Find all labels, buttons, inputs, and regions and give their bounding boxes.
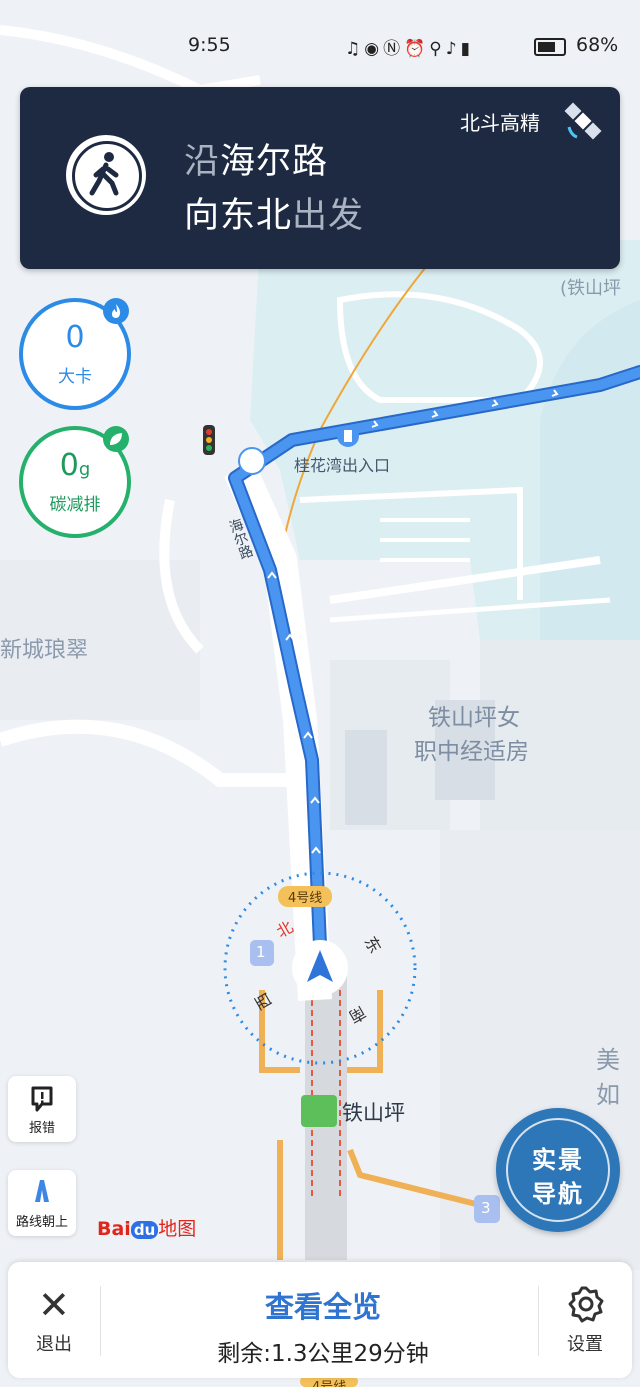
status-bar: 9:55 ♫◉Ⓝ⏰⚲♪▮ 68% <box>0 32 640 62</box>
satellite-icon <box>564 102 602 140</box>
battery-percent: 68% <box>576 34 619 56</box>
eye-icon: ◉ <box>364 39 384 59</box>
edge-label-right: (铁山坪 <box>560 278 622 299</box>
headphones-icon: ♫ <box>345 39 365 59</box>
area-label-1: 铁山坪女 <box>428 705 520 731</box>
route-up-label: 路线朝上 <box>15 1215 68 1230</box>
overview-area: 查看全览 剩余:1.3公里29分钟 <box>108 1262 538 1378</box>
report-error-button[interactable]: 报错 <box>8 1076 76 1142</box>
nfc-icon: Ⓝ <box>383 39 405 59</box>
metro-line-badge: 4号线 <box>278 886 333 907</box>
exit-button[interactable]: ✕ 退出 <box>8 1262 100 1378</box>
route-up-button[interactable]: 路线朝上 <box>8 1170 76 1236</box>
calories-widget[interactable]: 0 大卡 <box>19 298 131 410</box>
station-label: 铁山坪 <box>342 1101 405 1125</box>
exit-badge-3: 3 <box>481 1199 491 1217</box>
instruction-street: 沿海尔路 <box>184 142 329 182</box>
overview-button[interactable]: 查看全览 <box>108 1284 538 1326</box>
location-icon: ⚲ <box>429 39 446 59</box>
calories-unit: 大卡 <box>58 367 92 387</box>
mute-icon: ♪ <box>445 39 461 59</box>
gps-mode-label: 北斗高精 <box>460 111 540 135</box>
bottom-panel: ✕ 退出 查看全览 剩余:1.3公里29分钟 设置 <box>8 1262 632 1378</box>
status-time: 9:55 <box>188 34 231 56</box>
walk-icon <box>66 135 146 215</box>
exit-badge-1: 1 <box>256 943 266 961</box>
route-up-icon <box>35 1180 49 1202</box>
calories-value: 0 <box>65 320 85 355</box>
leaf-icon <box>103 426 129 452</box>
alert-icon <box>31 1086 53 1112</box>
navigation-instruction-card: 沿海尔路 向东北出发 北斗高精 <box>20 87 620 269</box>
ar-navigation-button[interactable]: 实景 导航 <box>496 1108 620 1232</box>
close-icon: ✕ <box>38 1283 70 1327</box>
carbon-value: 0g <box>59 448 91 483</box>
carbon-widget[interactable]: 0g 碳减排 <box>19 426 131 538</box>
settings-label: 设置 <box>567 1334 603 1355</box>
carbon-label: 碳减排 <box>49 495 101 515</box>
report-error-label: 报错 <box>28 1121 55 1136</box>
gear-icon <box>568 1286 604 1323</box>
alarm-icon: ⏰ <box>404 39 430 59</box>
instruction-direction: 向东北出发 <box>184 196 365 236</box>
area-label-left: 新城琅翠 <box>0 638 89 663</box>
flame-icon <box>103 298 129 324</box>
status-icons: ♫◉Ⓝ⏰⚲♪▮ <box>345 34 474 59</box>
poi-entrance-label: 桂花湾出入口 <box>294 456 391 475</box>
area-label-2: 职中经适房 <box>414 739 529 765</box>
battery-icon <box>534 38 566 56</box>
ar-nav-label-1: 实景 <box>532 1146 584 1174</box>
settings-button[interactable]: 设置 <box>538 1262 632 1378</box>
remaining-info: 剩余:1.3公里29分钟 <box>217 1341 429 1367</box>
ar-nav-label-2: 导航 <box>532 1180 584 1208</box>
signal-icon: ▮ <box>460 39 474 59</box>
edge-label-right-2: 美如 <box>596 1046 620 1109</box>
exit-label: 退出 <box>36 1334 72 1355</box>
baidu-logo: Bai du 地图 <box>97 1218 197 1240</box>
